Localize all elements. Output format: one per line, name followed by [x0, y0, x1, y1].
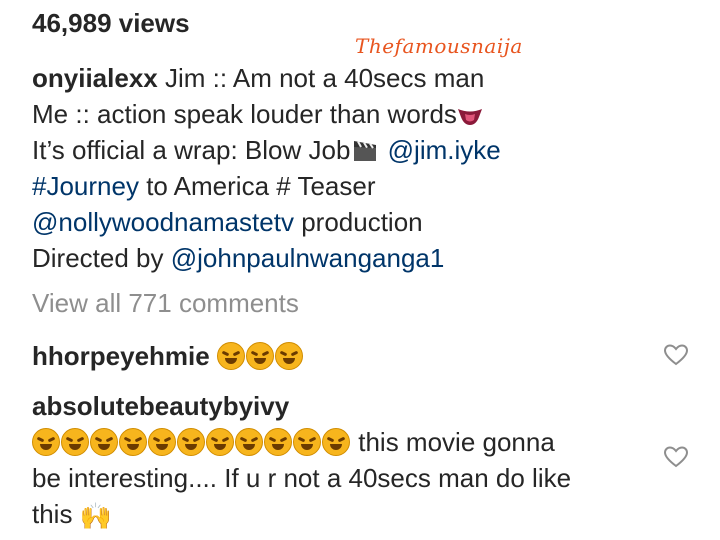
raised-hands-icon: 🙌 — [79, 501, 113, 531]
clapper-board-icon — [354, 141, 377, 161]
view-all-comments-link[interactable]: View all 771 comments — [32, 288, 299, 319]
rolling-laughing-emoji-icon — [293, 428, 321, 456]
like-heart-icon[interactable] — [664, 446, 688, 468]
author-username[interactable]: onyiialexx — [32, 63, 158, 93]
caption-text-1: Jim :: Am not a 40secs man — [164, 63, 485, 93]
rolling-laughing-emoji-icon — [32, 428, 60, 456]
comment-username[interactable]: hhorpeyehmie — [32, 341, 210, 371]
mention-nollywood[interactable]: @nollywoodnamastetv — [32, 207, 294, 237]
rolling-laughing-emoji-icon — [216, 342, 245, 370]
rolling-laughing-emoji-icon — [61, 428, 89, 456]
caption-text-3: It’s official a wrap: Blow Job — [32, 135, 351, 165]
mention-jim[interactable]: @jim.iyke — [388, 135, 501, 165]
caption-line-3: It’s official a wrap: Blow Job @jim.iyke — [32, 132, 672, 168]
comment-username[interactable]: absolutebeautybyivy — [32, 388, 652, 424]
comment-text-c: this — [32, 499, 73, 529]
comment-1: hhorpeyehmie — [32, 338, 652, 374]
rolling-laughing-emoji-icon — [90, 428, 118, 456]
comment-text: this movie gonna be interesting.... If u… — [32, 424, 652, 534]
comment-text-b: be interesting.... If u r not a 40secs m… — [32, 463, 572, 493]
rolling-laughing-emoji-icon — [119, 428, 147, 456]
caption-line-6: Directed by @johnpaulnwanganga1 — [32, 240, 672, 276]
rolling-laughing-emoji-icon — [235, 428, 263, 456]
post-caption: onyiialexx Jim :: Am not a 40secs man Me… — [32, 60, 672, 276]
rolling-laughing-emoji-icon — [322, 428, 350, 456]
rolling-laughing-emoji-icon — [148, 428, 176, 456]
rolling-laughing-emoji-icon — [245, 342, 274, 370]
rolling-laughing-emoji-icon — [264, 428, 292, 456]
caption-text-4: to America # Teaser — [146, 171, 376, 201]
watermark: Thefamousnaija — [355, 34, 523, 58]
rolling-laughing-emoji-icon — [274, 342, 303, 370]
caption-text-5: production — [301, 207, 423, 237]
caption-text-6: Directed by — [32, 243, 164, 273]
rolling-laughing-emoji-icon — [206, 428, 234, 456]
mention-director[interactable]: @johnpaulnwanganga1 — [171, 243, 445, 273]
like-heart-icon[interactable] — [664, 344, 688, 366]
hashtag-journey[interactable]: #Journey — [32, 171, 139, 201]
comment-2: absolutebeautybyivy this movie gonna be … — [32, 388, 652, 534]
rolling-laughing-emoji-icon — [177, 428, 205, 456]
view-count: 46,989 views — [32, 8, 190, 38]
caption-line-5: @nollywoodnamastetv production — [32, 204, 672, 240]
comment-text-a: this movie gonna — [358, 427, 555, 457]
tongue-emoji-icon — [457, 109, 482, 125]
caption-line-4: #Journey to America # Teaser — [32, 168, 672, 204]
caption-line-1: onyiialexx Jim :: Am not a 40secs man — [32, 60, 672, 96]
caption-text-2: Me :: action speak louder than words — [32, 99, 457, 129]
caption-line-2: Me :: action speak louder than words — [32, 96, 672, 132]
